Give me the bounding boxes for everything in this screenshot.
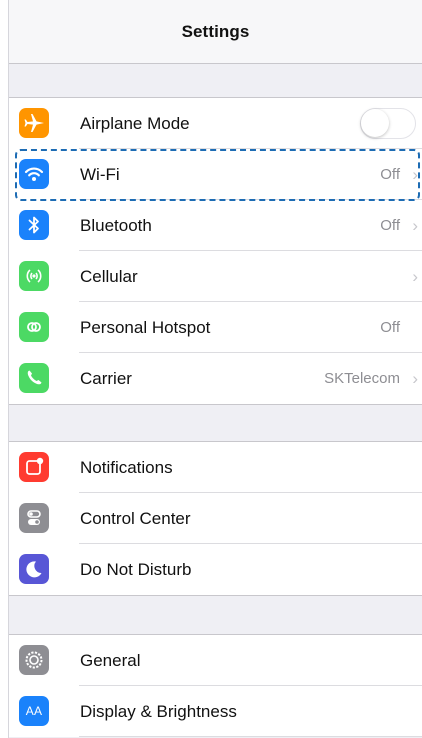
row-bluetooth[interactable]: Bluetooth Off › xyxy=(9,200,422,251)
row-label: Personal Hotspot xyxy=(80,318,211,337)
row-label: General xyxy=(80,651,141,670)
bluetooth-status: Off xyxy=(380,217,400,234)
chevron-right-icon: › xyxy=(412,216,418,235)
general-group: General AA Display & Brightness xyxy=(9,634,422,737)
row-label: Do Not Disturb xyxy=(80,560,192,579)
display-brightness-icon-text: AA xyxy=(25,704,43,718)
chevron-right-icon: › xyxy=(412,369,418,388)
wifi-icon xyxy=(19,159,49,189)
page-title: Settings xyxy=(181,22,250,41)
row-general[interactable]: General xyxy=(9,635,422,686)
row-wifi[interactable]: Wi-Fi Off › xyxy=(9,149,422,200)
row-cellular[interactable]: Cellular › xyxy=(9,251,422,302)
row-label: Carrier xyxy=(80,369,132,388)
connectivity-group: Airplane Mode Wi-Fi Off › Bluetooth Off … xyxy=(9,97,422,405)
row-label: Airplane Mode xyxy=(80,114,190,133)
row-label: Control Center xyxy=(80,509,191,528)
moon-icon xyxy=(19,554,49,584)
window-frame xyxy=(0,0,9,738)
row-carrier[interactable]: Carrier SKTelecom › xyxy=(9,353,422,404)
row-label: Notifications xyxy=(80,458,173,477)
airplane-mode-toggle[interactable] xyxy=(360,108,416,139)
row-personal-hotspot[interactable]: Personal Hotspot Off xyxy=(9,302,422,353)
chevron-right-icon: › xyxy=(412,165,418,184)
carrier-name: SKTelecom xyxy=(324,370,400,387)
phone-icon xyxy=(19,363,49,393)
row-control-center[interactable]: Control Center xyxy=(9,493,422,544)
control-center-icon xyxy=(19,503,49,533)
navigation-bar: Settings xyxy=(9,0,422,64)
row-label: Cellular xyxy=(80,267,138,286)
gear-icon xyxy=(19,645,49,675)
hotspot-status: Off xyxy=(380,319,400,336)
airplane-icon xyxy=(19,108,49,138)
notifications-icon xyxy=(19,452,49,482)
row-airplane-mode[interactable]: Airplane Mode xyxy=(9,98,422,149)
bluetooth-icon xyxy=(19,210,49,240)
hotspot-icon xyxy=(19,312,49,342)
row-display-brightness[interactable]: AA Display & Brightness xyxy=(9,686,422,737)
row-label: Wi-Fi xyxy=(80,165,120,184)
row-do-not-disturb[interactable]: Do Not Disturb xyxy=(9,544,422,595)
row-notifications[interactable]: Notifications xyxy=(9,442,422,493)
wifi-status: Off xyxy=(380,166,400,183)
toggle-knob xyxy=(361,109,389,137)
system-group: Notifications Control Center Do Not Dist… xyxy=(9,441,422,596)
display-brightness-icon: AA xyxy=(19,696,49,726)
chevron-right-icon: › xyxy=(412,267,418,286)
row-label: Bluetooth xyxy=(80,216,152,235)
row-label: Display & Brightness xyxy=(80,702,237,721)
cellular-icon xyxy=(19,261,49,291)
